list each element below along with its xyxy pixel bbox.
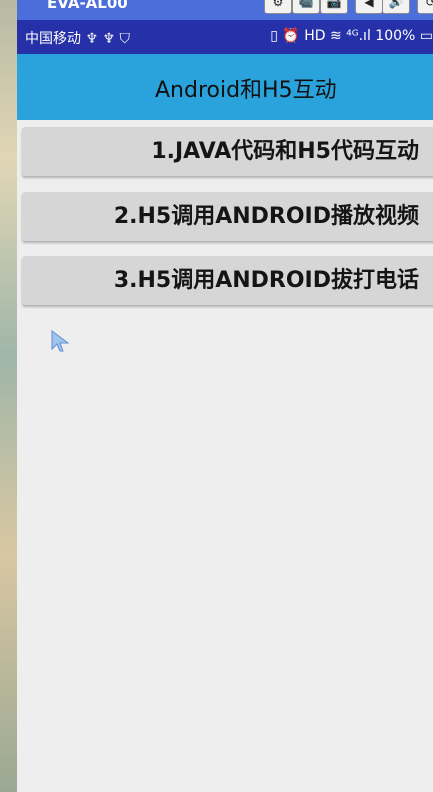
- rotate-icon[interactable]: ⟳: [417, 0, 433, 14]
- h5-make-call-button[interactable]: 3.H5调用ANDROID拔打电话: [22, 256, 433, 305]
- app-window: Android和H5互动 1.JAVA代码和H5代码互动 2.H5调用ANDRO…: [17, 54, 433, 792]
- desktop-wallpaper: [0, 0, 17, 792]
- settings-icon[interactable]: ⚙: [264, 0, 292, 14]
- system-status: ▯ ⏰ HD ≋ ⁴ᴳ.ıl 100% ▭: [270, 28, 433, 44]
- video-record-icon[interactable]: 📹: [292, 0, 320, 14]
- emulator-toolbar: EVA-AL00 ⚙ 📹 📷 ◀ 🔊 ⟳: [17, 0, 433, 20]
- screenshot-icon[interactable]: 📷: [320, 0, 348, 14]
- mouse-pointer-icon: [51, 330, 69, 352]
- carrier-status: 中国移动 ♆ ♆ ⛉: [25, 31, 130, 47]
- android-status-bar: 中国移动 ♆ ♆ ⛉ ▯ ⏰ HD ≋ ⁴ᴳ.ıl 100% ▭: [17, 20, 433, 54]
- page-title: Android和H5互动: [155, 78, 337, 103]
- java-h5-interaction-button[interactable]: 1.JAVA代码和H5代码互动: [22, 127, 433, 176]
- emulator-title: EVA-AL00: [47, 0, 128, 12]
- h5-play-video-button[interactable]: 2.H5调用ANDROID播放视频: [22, 192, 433, 241]
- app-bar: Android和H5互动: [17, 54, 433, 120]
- back-triangle-icon[interactable]: ◀: [355, 0, 383, 14]
- volume-icon[interactable]: 🔊: [382, 0, 410, 14]
